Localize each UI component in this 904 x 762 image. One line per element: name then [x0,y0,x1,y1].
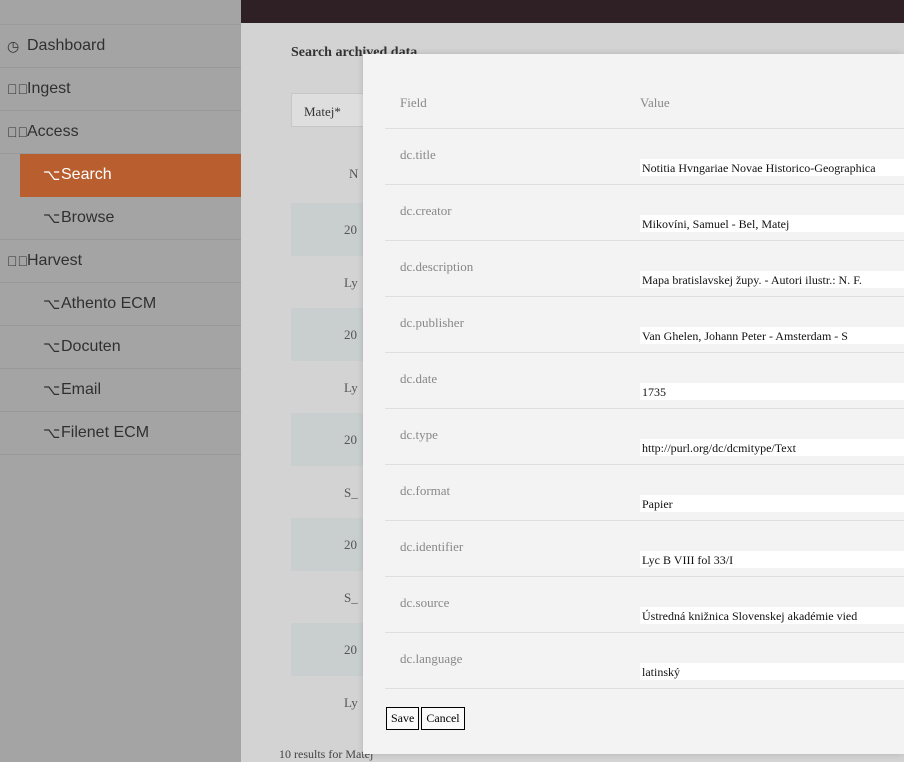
sidebar-item-label: Ingest [27,80,71,97]
value-column-header: Value [640,95,670,110]
option-key-icon: ⌥ [43,425,61,442]
sidebar: ◷ Dashboard ✓⃝ Ingest ✓⃝ Access ⌥ Search… [0,0,241,762]
field-name: dc.publisher [400,315,464,330]
table-row[interactable]: S_ [291,466,371,519]
table-row[interactable]: 20 [291,623,371,676]
table-row[interactable]: Ly [291,676,371,729]
results-column-header: N [349,166,359,181]
dc-identifier-field[interactable] [640,551,904,568]
field-row-dc-format: dc.format [385,465,904,521]
modal-actions: Save Cancel [386,707,465,730]
field-name: dc.date [400,371,438,386]
dc-date-field[interactable] [640,383,904,400]
option-key-icon: ⌥ [43,210,61,227]
sidebar-item-harvest[interactable]: ✓⃝ Harvest [0,240,241,283]
metadata-edit-modal: Field Value dc.title dc.creator dc.descr… [363,54,904,754]
sidebar-item-label: Harvest [27,252,83,269]
field-row-dc-publisher: dc.publisher [385,297,904,353]
dashboard-icon: ◷ [7,37,20,54]
sidebar-item-athento-ecm[interactable]: ⌥ Athento ECM [0,283,241,326]
sidebar-top-strip [0,0,241,25]
sidebar-item-search[interactable]: ⌥ Search [20,154,241,197]
sidebar-item-label: Email [61,381,102,398]
dc-source-field[interactable] [640,607,904,624]
dc-language-field[interactable] [640,663,904,680]
sidebar-item-label: Filenet ECM [61,424,150,441]
field-row-dc-language: dc.language [385,633,904,689]
cancel-button[interactable]: Cancel [421,707,465,730]
option-key-icon: ⌥ [43,296,61,313]
option-key-icon: ⌥ [43,339,61,356]
field-name: dc.description [400,259,474,274]
check-circle-icon: ✓⃝ [7,124,28,140]
dc-format-field[interactable] [640,495,904,512]
table-row[interactable]: 20 [291,413,371,466]
field-row-dc-identifier: dc.identifier [385,521,904,577]
dc-type-field[interactable] [640,439,904,456]
sidebar-item-filenet-ecm[interactable]: ⌥ Filenet ECM [0,412,241,455]
check-circle-icon: ✓⃝ [7,81,28,97]
field-name: dc.type [400,427,438,442]
results-count: 10 results for Matej [279,747,374,761]
option-key-icon: ⌥ [43,167,61,184]
table-row[interactable]: 20 [291,203,371,256]
sidebar-item-label: Browse [61,209,115,226]
save-button[interactable]: Save [386,707,420,730]
table-row[interactable]: Ly [291,361,371,414]
field-row-dc-source: dc.source [385,577,904,633]
field-name: dc.identifier [400,539,464,554]
table-row[interactable]: Ly [291,256,371,309]
sidebar-item-docuten[interactable]: ⌥ Docuten [0,326,241,369]
sidebar-item-access[interactable]: ✓⃝ Access [0,111,241,154]
field-row-dc-type: dc.type [385,409,904,465]
sidebar-item-ingest[interactable]: ✓⃝ Ingest [0,68,241,111]
field-row-dc-description: dc.description [385,241,904,297]
sidebar-item-label: Athento ECM [61,295,157,312]
field-row-dc-title: dc.title [385,129,904,185]
dc-creator-field[interactable] [640,215,904,232]
field-name: dc.creator [400,203,452,218]
dc-title-field[interactable] [640,159,904,176]
field-name: dc.title [400,147,436,162]
dc-publisher-field[interactable] [640,327,904,344]
table-row[interactable]: 20 [291,518,371,571]
field-name: dc.language [400,651,463,666]
sidebar-item-email[interactable]: ⌥ Email [0,369,241,412]
sidebar-item-label: Docuten [61,338,121,355]
sidebar-item-label: Access [27,123,79,140]
dc-description-field[interactable] [640,271,904,288]
table-row[interactable]: 20 [291,308,371,361]
sidebar-item-dashboard[interactable]: ◷ Dashboard [0,25,241,68]
option-key-icon: ⌥ [43,382,61,399]
sidebar-item-label: Dashboard [27,37,106,54]
sidebar-item-label: Search [61,166,112,183]
top-bar [241,0,904,23]
field-name: dc.format [400,483,451,498]
field-column-header: Field [400,95,427,110]
field-name: dc.source [400,595,450,610]
table-row[interactable]: S_ [291,571,371,624]
sidebar-item-browse[interactable]: ⌥ Browse [0,197,241,240]
field-row-dc-creator: dc.creator [385,185,904,241]
check-circle-icon: ✓⃝ [7,253,28,269]
modal-table-header: Field Value [385,54,904,129]
field-row-dc-date: dc.date [385,353,904,409]
